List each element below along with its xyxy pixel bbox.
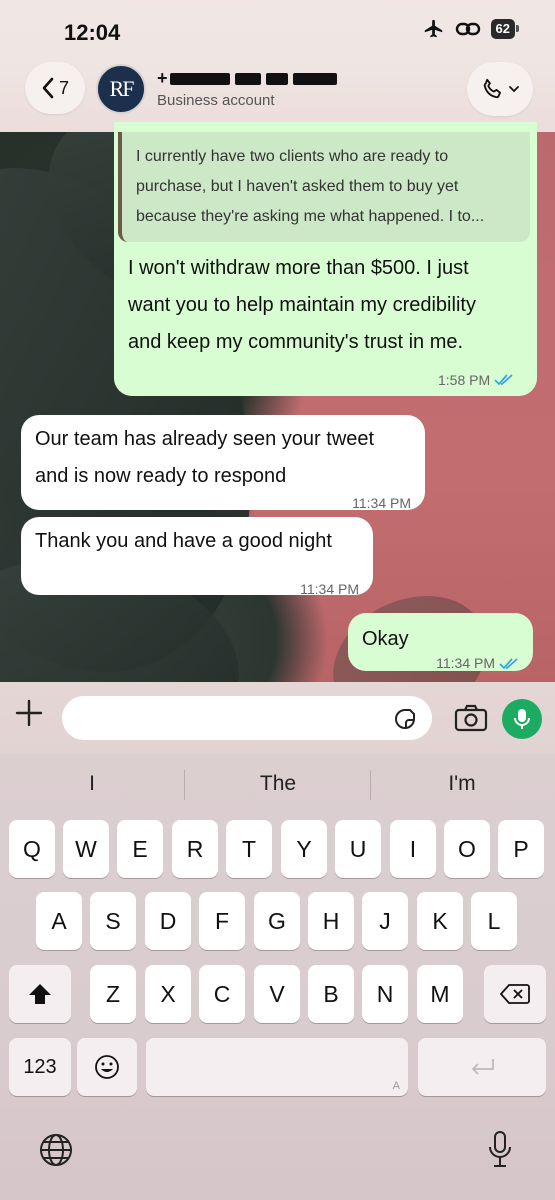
space-key[interactable]: A xyxy=(146,1038,408,1096)
key-p[interactable]: P xyxy=(498,820,544,878)
battery-indicator: 62 xyxy=(490,19,520,39)
key-a[interactable]: A xyxy=(36,892,82,950)
chevron-down-icon xyxy=(509,86,519,93)
key-r[interactable]: R xyxy=(172,820,218,878)
message-line: and keep my community's trust in me. xyxy=(128,331,464,353)
message-line: I won't withdraw more than $500. I just xyxy=(128,257,469,279)
key-i[interactable]: I xyxy=(390,820,436,878)
message-line: want you to help maintain my credibility xyxy=(128,294,476,316)
key-o[interactable]: O xyxy=(444,820,490,878)
status-bar: 12:04 62 xyxy=(0,0,555,58)
message-meta: 1:58 PM xyxy=(438,372,514,388)
keyboard: I The I'm Q W E R T Y U I O P A S D F G … xyxy=(0,754,555,1200)
message-text: Our team has already seen your tweet and… xyxy=(35,421,425,495)
key-s[interactable]: S xyxy=(90,892,136,950)
suggestion-2[interactable]: The xyxy=(198,772,358,796)
call-button[interactable] xyxy=(467,62,533,116)
key-z[interactable]: Z xyxy=(90,965,136,1023)
link-icon xyxy=(455,22,480,36)
message-time: 11:34 PM xyxy=(352,495,411,511)
back-chevron-icon xyxy=(42,77,54,99)
message-meta: 11:34 PM xyxy=(352,485,411,522)
suggestion-divider xyxy=(184,770,185,800)
key-w[interactable]: W xyxy=(63,820,109,878)
redacted-block xyxy=(292,73,337,86)
avatar[interactable]: RF xyxy=(96,64,146,114)
mic-icon xyxy=(514,709,530,729)
key-j[interactable]: J xyxy=(362,892,408,950)
message-line: Thank you and have a good night xyxy=(35,530,332,552)
airplane-icon xyxy=(424,19,442,38)
contact-prefix: + xyxy=(157,68,168,88)
message-bubble-outgoing[interactable]: Okay 11:34 PM xyxy=(348,613,533,671)
emoji-key[interactable] xyxy=(77,1038,137,1096)
status-time: 12:04 xyxy=(64,20,121,45)
sticker-icon[interactable] xyxy=(392,706,418,732)
status-icons: 62 xyxy=(423,18,520,40)
contact-subtitle: Business account xyxy=(157,92,275,109)
key-n[interactable]: N xyxy=(362,965,408,1023)
return-icon xyxy=(471,1059,494,1075)
plus-icon[interactable] xyxy=(14,698,44,734)
message-text: I won't withdraw more than $500. I just … xyxy=(128,250,528,361)
dictation-icon[interactable] xyxy=(488,1130,512,1170)
key-f[interactable]: F xyxy=(199,892,245,950)
key-k[interactable]: K xyxy=(417,892,463,950)
message-text: Thank you and have a good night xyxy=(35,523,375,560)
contact-name[interactable]: + xyxy=(157,68,337,89)
redacted-block xyxy=(169,73,230,86)
message-time: 1:58 PM xyxy=(438,372,491,388)
message-time: 11:34 PM xyxy=(300,581,359,597)
shift-icon xyxy=(29,984,51,1004)
backspace-icon xyxy=(500,984,530,1004)
message-bubble-incoming[interactable]: Thank you and have a good night 11:34 PM xyxy=(21,517,375,597)
read-ticks-icon xyxy=(494,374,513,386)
message-text: Okay xyxy=(362,628,409,650)
back-button[interactable]: 7 xyxy=(25,62,85,114)
return-key[interactable] xyxy=(418,1038,546,1096)
redacted-block xyxy=(265,73,288,86)
key-d[interactable]: D xyxy=(145,892,191,950)
message-meta: 11:34 PM xyxy=(300,571,359,608)
emoji-icon xyxy=(95,1055,119,1079)
shift-key[interactable] xyxy=(9,965,71,1023)
key-q[interactable]: Q xyxy=(9,820,55,878)
message-bubble-incoming[interactable]: Our team has already seen your tweet and… xyxy=(21,415,425,511)
suggestion-1[interactable]: I xyxy=(12,772,172,796)
key-u[interactable]: U xyxy=(335,820,381,878)
message-line: Our team has already seen your tweet xyxy=(35,428,375,450)
unread-count: 7 xyxy=(58,77,69,98)
redacted-block xyxy=(234,73,261,86)
phone-icon xyxy=(483,78,501,99)
key-x[interactable]: X xyxy=(145,965,191,1023)
key-h[interactable]: H xyxy=(308,892,354,950)
key-c[interactable]: C xyxy=(199,965,245,1023)
mic-button[interactable] xyxy=(502,699,542,739)
key-l[interactable]: L xyxy=(471,892,517,950)
key-y[interactable]: Y xyxy=(281,820,327,878)
key-v[interactable]: V xyxy=(254,965,300,1023)
suggestion-divider xyxy=(370,770,371,800)
message-time: 11:34 PM xyxy=(436,655,495,671)
key-m[interactable]: M xyxy=(417,965,463,1023)
globe-icon[interactable] xyxy=(38,1132,74,1168)
key-e[interactable]: E xyxy=(117,820,163,878)
message-input[interactable] xyxy=(62,696,432,740)
key-t[interactable]: T xyxy=(226,820,272,878)
key-b[interactable]: B xyxy=(308,965,354,1023)
quoted-message[interactable]: I currently have two clients who are rea… xyxy=(118,132,530,242)
suggestion-3[interactable]: I'm xyxy=(382,772,542,796)
camera-icon[interactable] xyxy=(454,704,488,732)
backspace-key[interactable] xyxy=(484,965,546,1023)
key-g[interactable]: G xyxy=(254,892,300,950)
composer-bar xyxy=(0,682,555,754)
numbers-key[interactable]: 123 xyxy=(9,1038,71,1096)
message-meta: 11:34 PM xyxy=(436,645,519,682)
read-ticks-icon xyxy=(499,657,518,669)
